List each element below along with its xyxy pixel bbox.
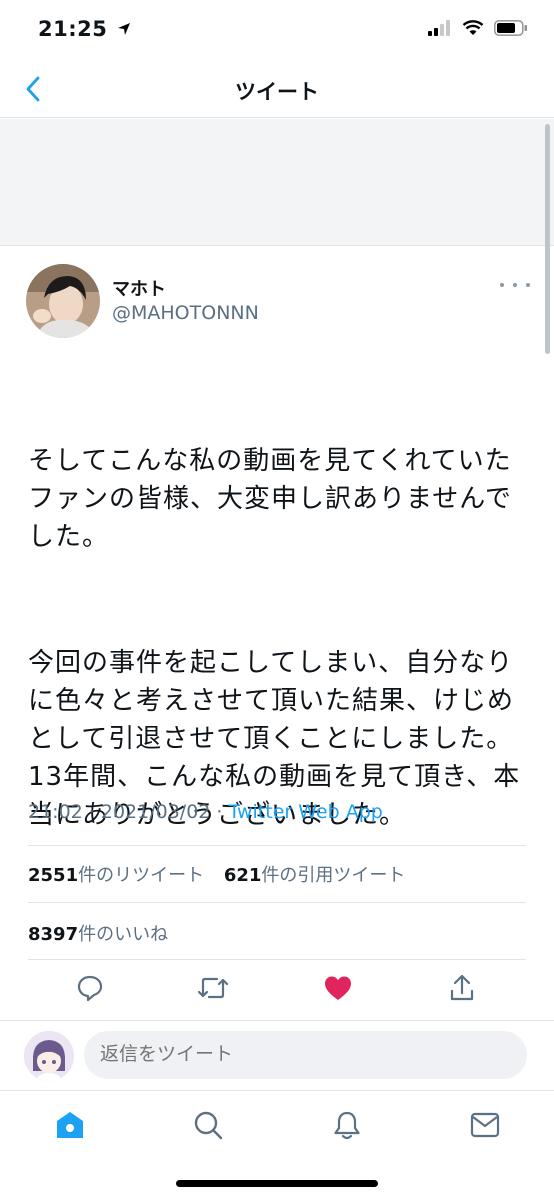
tweet-action-bar <box>0 968 554 1012</box>
tab-messages[interactable] <box>465 1105 505 1145</box>
tab-notifications[interactable] <box>327 1105 367 1145</box>
quotes-stat[interactable]: 621件の引用ツイート <box>224 865 406 886</box>
scroll-indicator[interactable] <box>545 124 550 354</box>
divider <box>28 959 526 960</box>
quote-count: 621 <box>223 865 262 886</box>
context-banner <box>0 119 554 246</box>
author-avatar[interactable] <box>26 264 100 338</box>
more-options-button[interactable] <box>500 277 530 293</box>
location-arrow-icon <box>118 23 131 35</box>
current-user-avatar-image <box>24 1031 74 1081</box>
more-dot <box>513 283 517 287</box>
divider <box>28 902 526 903</box>
quote-label: 件の引用ツイート <box>261 865 406 886</box>
retweet-button[interactable] <box>193 968 233 1008</box>
tweet-timestamp: 21:02 · 2021/03/02 · <box>28 801 229 823</box>
tweet-timestamp-line: 21:02 · 2021/03/02 · Twitter Web App <box>28 801 383 823</box>
cellular-signal-icon <box>428 20 450 36</box>
search-icon <box>194 1111 223 1140</box>
page-title: ツイート <box>235 80 319 104</box>
likes-stat[interactable]: 8397件のいいね <box>28 924 168 945</box>
status-time: 21:25 <box>38 17 131 41</box>
navigation-bar: ツイート <box>0 62 554 118</box>
current-user-avatar[interactable] <box>24 1031 74 1081</box>
notifications-icon <box>334 1111 360 1140</box>
divider <box>28 845 526 846</box>
home-indicator[interactable] <box>176 1180 378 1187</box>
more-dot <box>500 283 504 287</box>
like-button[interactable] <box>318 968 358 1008</box>
share-button[interactable] <box>442 968 482 1008</box>
reply-button[interactable] <box>70 968 110 1008</box>
status-time-text: 21:25 <box>38 17 108 41</box>
avatar-image <box>26 264 100 338</box>
reply-input[interactable] <box>84 1031 527 1079</box>
retweets-stat[interactable]: 2551件のリツイート <box>28 865 204 886</box>
tweet-source-link[interactable]: Twitter Web App <box>229 801 383 823</box>
like-icon <box>325 976 351 1000</box>
author-handle[interactable]: @MAHOTONNN <box>112 302 259 324</box>
retweet-label: 件のリツイート <box>78 865 205 886</box>
tweet-detail-screen: 21:25 ツイート マホト @MAHOTONNN そしてこんな私の動画を見てく… <box>0 0 554 1200</box>
author-display-name[interactable]: マホト <box>112 275 166 301</box>
like-count: 8397 <box>28 924 79 945</box>
reply-composer <box>0 1020 554 1090</box>
tweet-text: そしてこんな私の動画を見てくれていたファンの皆様、大変申し訳ありませんでした。 … <box>28 366 533 922</box>
messages-icon <box>470 1112 500 1138</box>
tweet-stats-row: 2551件のリツイート 621件の引用ツイート <box>28 861 419 887</box>
wifi-icon <box>462 20 484 35</box>
retweet-icon <box>197 977 229 999</box>
tab-home[interactable] <box>50 1105 90 1145</box>
tweet-paragraph: そしてこんな私の動画を見てくれていたファンの皆様、大変申し訳ありませんでした。 <box>28 446 512 552</box>
retweet-count: 2551 <box>28 865 79 886</box>
more-dot <box>526 283 530 287</box>
reply-icon <box>77 975 103 1002</box>
home-icon <box>57 1112 83 1138</box>
tab-search[interactable] <box>188 1105 228 1145</box>
battery-icon <box>494 20 527 36</box>
likes-stat-row: 8397件のいいね <box>28 920 182 946</box>
status-bar: 21:25 <box>0 0 554 62</box>
like-label: 件のいいね <box>78 924 169 945</box>
share-icon <box>450 974 474 1001</box>
status-indicators <box>428 20 528 36</box>
